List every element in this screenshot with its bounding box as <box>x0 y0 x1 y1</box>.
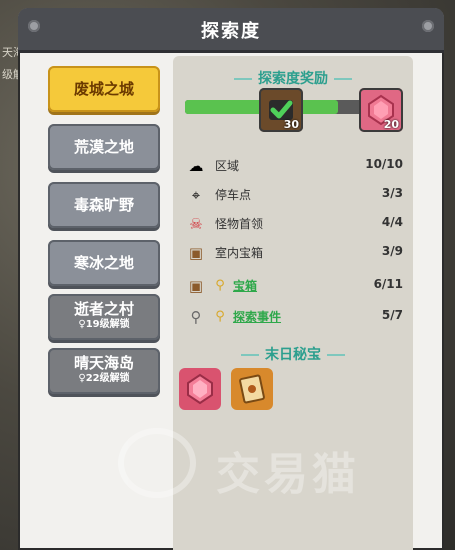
stat-label: 怪物首领 <box>215 217 264 231</box>
page-title: 探索度 <box>201 21 261 42</box>
tab-region-5-locked[interactable]: 逝者之村 ♀19级解锁 <box>48 294 160 340</box>
stat-row: ☁ 区域 10/10 <box>185 154 404 178</box>
stat-link-event[interactable]: 探索事件 <box>233 308 281 325</box>
chest-icon: ▣ <box>188 244 204 262</box>
cloud-icon: ☁ <box>188 157 204 175</box>
tab-label: 毒森旷野 <box>73 196 134 214</box>
stat-row: ⌖ 停车点 3/3 <box>185 183 403 207</box>
stat-row: ⚲ ⚲ 探索事件 5/7 <box>185 305 404 329</box>
stat-label: 室内宝箱 <box>215 246 264 260</box>
magnifier-icon: ⚲ <box>190 308 202 326</box>
panel-header: 探索度 <box>18 8 444 53</box>
location-pin-icon: ⚲ <box>215 278 225 293</box>
stat-label: 停车点 <box>215 188 252 202</box>
stat-row: ☠ 怪物首领 4/4 <box>185 212 403 236</box>
stat-row: ▣ 室内宝箱 3/9 <box>185 241 403 265</box>
reward-section-title: 探索度奖励 <box>173 68 413 88</box>
location-pin-icon: ⚲ <box>215 309 225 324</box>
tab-label: 废城之城 <box>73 80 134 98</box>
map-pin-icon: ⌖ <box>191 186 201 204</box>
milestone-reward-20[interactable]: 20 <box>359 88 403 132</box>
treasure-item-scroll[interactable] <box>231 368 273 410</box>
milestone-value: 20 <box>383 118 399 131</box>
watermark-text: 交易猫 <box>216 449 360 500</box>
unlock-requirement: ♀22级解锁 <box>78 373 130 384</box>
skull-icon: ☠ <box>189 215 203 233</box>
tab-label: 晴天海岛 <box>73 354 134 372</box>
watermark-logo-icon <box>118 428 196 498</box>
red-gem-icon <box>187 373 213 405</box>
watermark: 交易猫 <box>118 428 418 508</box>
stat-link-chest[interactable]: 宝箱 <box>233 277 257 294</box>
tab-region-1[interactable]: 废城之城 <box>48 66 160 112</box>
milestone-value: 30 <box>283 118 299 131</box>
chest-icon: ▣ <box>188 277 204 295</box>
stat-value: 3/3 <box>381 186 403 200</box>
tab-region-6-locked[interactable]: 晴天海岛 ♀22级解锁 <box>48 348 160 394</box>
unlock-requirement: ♀19级解锁 <box>78 319 130 330</box>
scroll-map-icon <box>239 374 265 404</box>
tab-region-2[interactable]: 荒漠之地 <box>48 124 160 170</box>
stat-value: 10/10 <box>365 157 403 171</box>
treasure-section-title: 末日秘宝 <box>173 344 413 364</box>
tab-label: 荒漠之地 <box>73 138 134 156</box>
tab-region-4[interactable]: 寒冰之地 <box>48 240 160 286</box>
milestone-reward-30[interactable]: 30 <box>259 88 303 132</box>
treasure-item-gem[interactable] <box>179 368 221 410</box>
stat-label: 区域 <box>215 159 240 173</box>
tab-label: 寒冰之地 <box>73 254 134 272</box>
tab-region-3[interactable]: 毒森旷野 <box>48 182 160 228</box>
stat-value: 5/7 <box>381 308 403 322</box>
stat-value: 4/4 <box>381 215 403 229</box>
stat-row: ▣ ⚲ 宝箱 6/11 <box>185 274 403 298</box>
stat-value: 6/11 <box>373 277 403 291</box>
stat-value: 3/9 <box>381 244 403 258</box>
tab-label: 逝者之村 <box>73 300 134 318</box>
